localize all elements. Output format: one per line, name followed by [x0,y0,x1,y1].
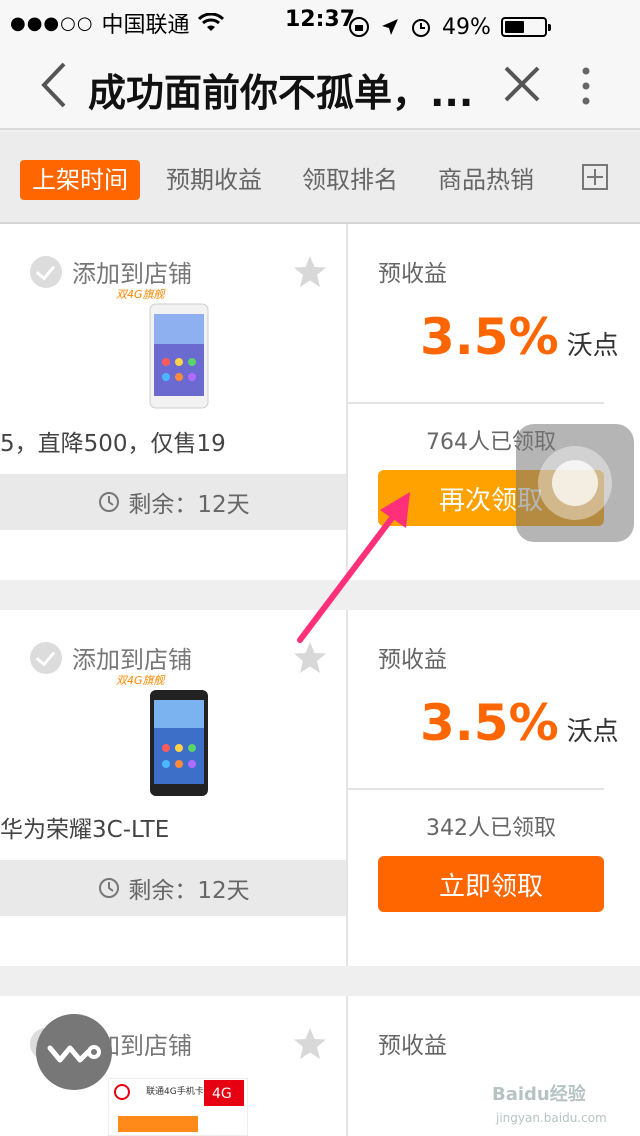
product-badge: 双4G旗舰 [116,288,167,301]
panel-divider [348,402,604,404]
product-name: 华为荣耀3C-LTE [0,817,170,843]
rate-value: 3.5% [420,308,559,366]
baidu-watermark: Baidu经验 jingyan.baidu.com [492,1083,607,1125]
battery-percent: 49% [442,14,491,40]
tab-bar: 上架时间 预期收益 领取排名 商品热销 [0,132,640,224]
clock-icon [99,492,120,512]
nav-bar: 成功面前你不孤单，... [0,40,640,130]
close-icon[interactable] [502,64,542,104]
location-icon [382,19,398,35]
page-title: 成功面前你不孤单，... [88,71,474,115]
product-card: 添加到店铺 双4G旗舰 华为荣耀3C-LTE 剩余：12天 预收益 3.5% 沃… [0,610,640,966]
rate-unit: 沃点 [566,331,619,361]
product-image[interactable]: 双4G旗舰 [108,282,248,412]
income-panel: 预收益 3.5% 沃点 342人已领取 立即领取 [348,610,640,966]
more-icon[interactable] [580,66,592,106]
favorite-star-icon[interactable] [292,254,328,290]
unicom-wo-logo[interactable] [36,1014,112,1090]
remaining-label: 剩余：12天 [128,878,250,904]
remaining-label: 剩余：12天 [128,492,250,518]
sim-card-image[interactable]: 联通4G手机卡 4G [108,1078,248,1136]
estimated-income-label: 预收益 [378,261,447,287]
check-icon [30,255,62,288]
estimated-income-label: 预收益 [378,1033,447,1059]
tab-hot-selling[interactable]: 商品热销 [438,160,534,200]
watermark-url: jingyan.baidu.com [495,1111,607,1125]
panel-divider [348,788,604,790]
expand-tabs-icon[interactable] [582,164,608,190]
assistive-core [552,460,598,506]
battery-icon [500,17,551,37]
tab-claim-rank[interactable]: 领取排名 [302,160,398,200]
favorite-star-icon[interactable] [292,1026,328,1062]
sim-card-badge: 4G [212,1086,232,1102]
product-image[interactable]: 双4G旗舰 [108,668,248,798]
annotation-arrow [297,492,410,643]
back-icon[interactable] [34,60,74,110]
tab-listing-time[interactable]: 上架时间 [20,160,140,200]
rotation-lock-icon [349,17,369,37]
product-info: 添加到店铺 双4G旗舰 华为荣耀3C-LTE 剩余：12天 [0,610,348,966]
rate-value: 3.5% [420,694,559,752]
claimed-count: 342人已领取 [426,816,556,841]
rate-unit: 沃点 [566,717,619,747]
assistive-touch-button[interactable] [516,424,634,542]
check-icon [30,641,62,674]
wo-logo-icon [47,1045,101,1063]
status-bar: ●●●○○ 中国联通 12:37 49% [0,0,640,40]
watermark-text: Baidu经验 [492,1083,587,1105]
sim-card-label: 联通4G手机卡 [146,1085,204,1097]
remaining-time: 剩余：12天 [0,860,348,916]
income-rate: 3.5% 沃点 [420,694,619,752]
clock-icon [99,878,120,898]
income-rate: 3.5% 沃点 [420,308,619,366]
product-badge: 双4G旗舰 [116,674,167,687]
battery-fill [504,21,524,33]
alarm-icon [412,19,430,37]
tab-expected-income[interactable]: 预期收益 [166,160,262,200]
claim-now-button[interactable]: 立即领取 [378,856,604,912]
product-name: 5，直降500，仅售19 [0,431,226,457]
